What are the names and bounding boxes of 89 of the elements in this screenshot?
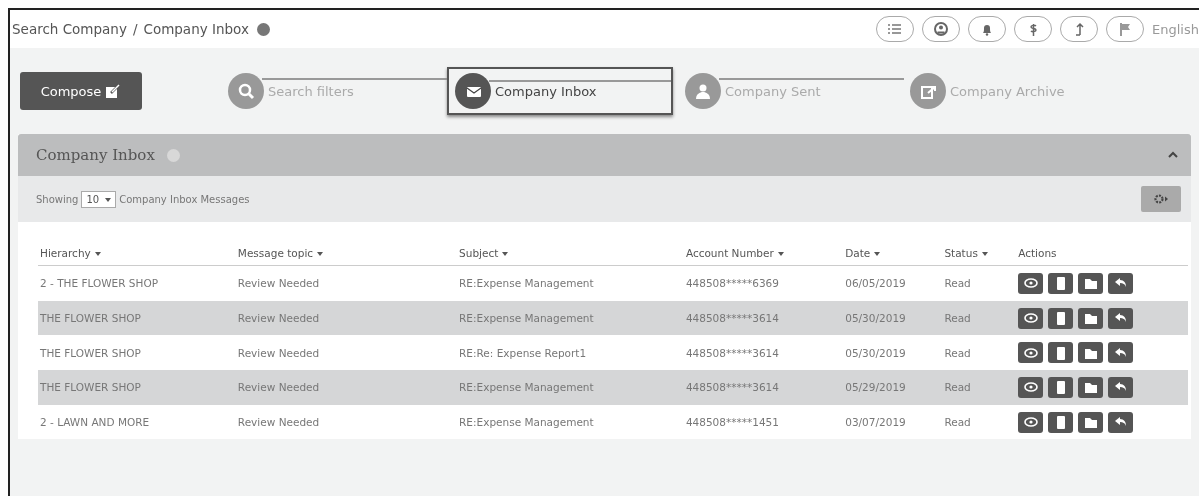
table-cell: THE FLOWER SHOP bbox=[38, 300, 236, 336]
collapse-icon[interactable] bbox=[1167, 150, 1179, 160]
table-cell: Read bbox=[942, 404, 1017, 440]
delete-button[interactable] bbox=[1048, 411, 1074, 433]
sort-caret-icon[interactable] bbox=[777, 252, 784, 256]
reply-button[interactable] bbox=[1108, 342, 1134, 364]
breadcrumb-item[interactable]: Search Company bbox=[12, 21, 127, 37]
view-button[interactable] bbox=[1018, 342, 1044, 364]
table-cell: THE FLOWER SHOP bbox=[38, 335, 236, 371]
move-folder-button[interactable] bbox=[1078, 411, 1104, 433]
column-header[interactable]: Hierarchy bbox=[40, 247, 91, 259]
panel-title: Company Inbox bbox=[36, 146, 155, 164]
sort-caret-icon[interactable] bbox=[874, 252, 881, 256]
table-cell: Review Needed bbox=[235, 335, 458, 371]
showing-label: Showing bbox=[36, 193, 79, 205]
sent-icon bbox=[685, 73, 721, 109]
user-button[interactable] bbox=[922, 16, 961, 42]
table-cell: 2 - THE FLOWER SHOP bbox=[38, 265, 236, 301]
table-cell: RE:Re: Expense Report1 bbox=[457, 335, 684, 371]
move-folder-button[interactable] bbox=[1078, 307, 1104, 329]
table-cell: 448508*****6369 bbox=[683, 265, 844, 301]
table-cell: Review Needed bbox=[235, 404, 458, 440]
table-cell: 05/30/2019 bbox=[843, 300, 943, 336]
showing-label: Company Inbox Messages bbox=[119, 193, 250, 205]
move-folder-button[interactable] bbox=[1078, 376, 1104, 398]
wizard-step[interactable]: Company Inbox bbox=[447, 67, 673, 115]
table-cell: Read bbox=[942, 265, 1017, 301]
column-header[interactable]: Subject bbox=[459, 247, 499, 259]
table-cell: 448508*****3614 bbox=[683, 300, 844, 336]
settings-button[interactable] bbox=[1141, 186, 1181, 212]
reply-button[interactable] bbox=[1108, 307, 1134, 329]
view-button[interactable] bbox=[1018, 411, 1044, 433]
table-cell: RE:Expense Management bbox=[457, 265, 684, 301]
caret-icon bbox=[105, 197, 112, 202]
page-size-dropdown[interactable]: 10 bbox=[81, 190, 117, 208]
sort-caret-icon[interactable] bbox=[981, 252, 988, 256]
table-cell: RE:Expense Management bbox=[457, 404, 684, 440]
flag-button[interactable] bbox=[1106, 16, 1145, 42]
upload-button[interactable] bbox=[1060, 16, 1099, 42]
reply-button[interactable] bbox=[1108, 411, 1134, 433]
dollar-button[interactable] bbox=[1014, 16, 1053, 42]
info-icon bbox=[166, 148, 180, 162]
table-cell: RE:Expense Management bbox=[457, 370, 684, 405]
sort-caret-icon[interactable] bbox=[317, 252, 324, 256]
archive-icon bbox=[910, 73, 946, 109]
table-cell: 448508*****3614 bbox=[683, 370, 844, 405]
column-header[interactable]: Message topic bbox=[237, 247, 314, 259]
table-cell: Review Needed bbox=[235, 265, 458, 301]
table-cell: 2 - LAWN AND MORE bbox=[38, 404, 236, 440]
table-cell: 05/30/2019 bbox=[843, 335, 943, 371]
move-folder-button[interactable] bbox=[1078, 342, 1104, 364]
table-cell: Read bbox=[942, 370, 1017, 405]
breadcrumb-item: Company Inbox bbox=[143, 21, 249, 37]
delete-button[interactable] bbox=[1048, 307, 1074, 329]
search-icon bbox=[228, 73, 264, 109]
view-button[interactable] bbox=[1018, 272, 1044, 294]
table-cell: Read bbox=[942, 335, 1017, 371]
table-cell: 03/07/2019 bbox=[843, 404, 943, 440]
table-cell: 06/05/2019 bbox=[843, 265, 943, 301]
column-header[interactable]: Account Number bbox=[685, 247, 774, 259]
sort-caret-icon[interactable] bbox=[502, 252, 509, 256]
bell-button[interactable] bbox=[968, 16, 1007, 42]
sort-caret-icon[interactable] bbox=[94, 252, 101, 256]
delete-button[interactable] bbox=[1048, 272, 1074, 294]
breadcrumb-separator: / bbox=[132, 21, 138, 37]
table-cell: Read bbox=[942, 300, 1017, 336]
compose-button[interactable]: Compose bbox=[20, 72, 142, 110]
info-icon bbox=[256, 22, 270, 36]
table-cell: THE FLOWER SHOP bbox=[38, 370, 236, 405]
column-header[interactable]: Date bbox=[845, 247, 871, 259]
reply-button[interactable] bbox=[1108, 376, 1134, 398]
column-header[interactable]: Status bbox=[944, 247, 978, 259]
view-button[interactable] bbox=[1018, 376, 1044, 398]
inbox-icon bbox=[455, 73, 491, 109]
move-folder-button[interactable] bbox=[1078, 272, 1104, 294]
table-cell: RE:Expense Management bbox=[457, 300, 684, 336]
table-cell: 448508*****1451 bbox=[683, 404, 844, 440]
view-button[interactable] bbox=[1018, 307, 1044, 329]
edit-icon bbox=[105, 83, 122, 99]
table-cell: Review Needed bbox=[235, 300, 458, 336]
column-header: Actions bbox=[1018, 247, 1057, 259]
table-cell: 05/29/2019 bbox=[843, 370, 943, 405]
list-button[interactable] bbox=[876, 16, 915, 42]
delete-button[interactable] bbox=[1048, 376, 1074, 398]
reply-button[interactable] bbox=[1108, 272, 1134, 294]
gear-icon bbox=[1152, 193, 1170, 205]
delete-button[interactable] bbox=[1048, 342, 1074, 364]
table-cell: 448508*****3614 bbox=[683, 335, 844, 371]
table-cell: Review Needed bbox=[235, 370, 458, 405]
